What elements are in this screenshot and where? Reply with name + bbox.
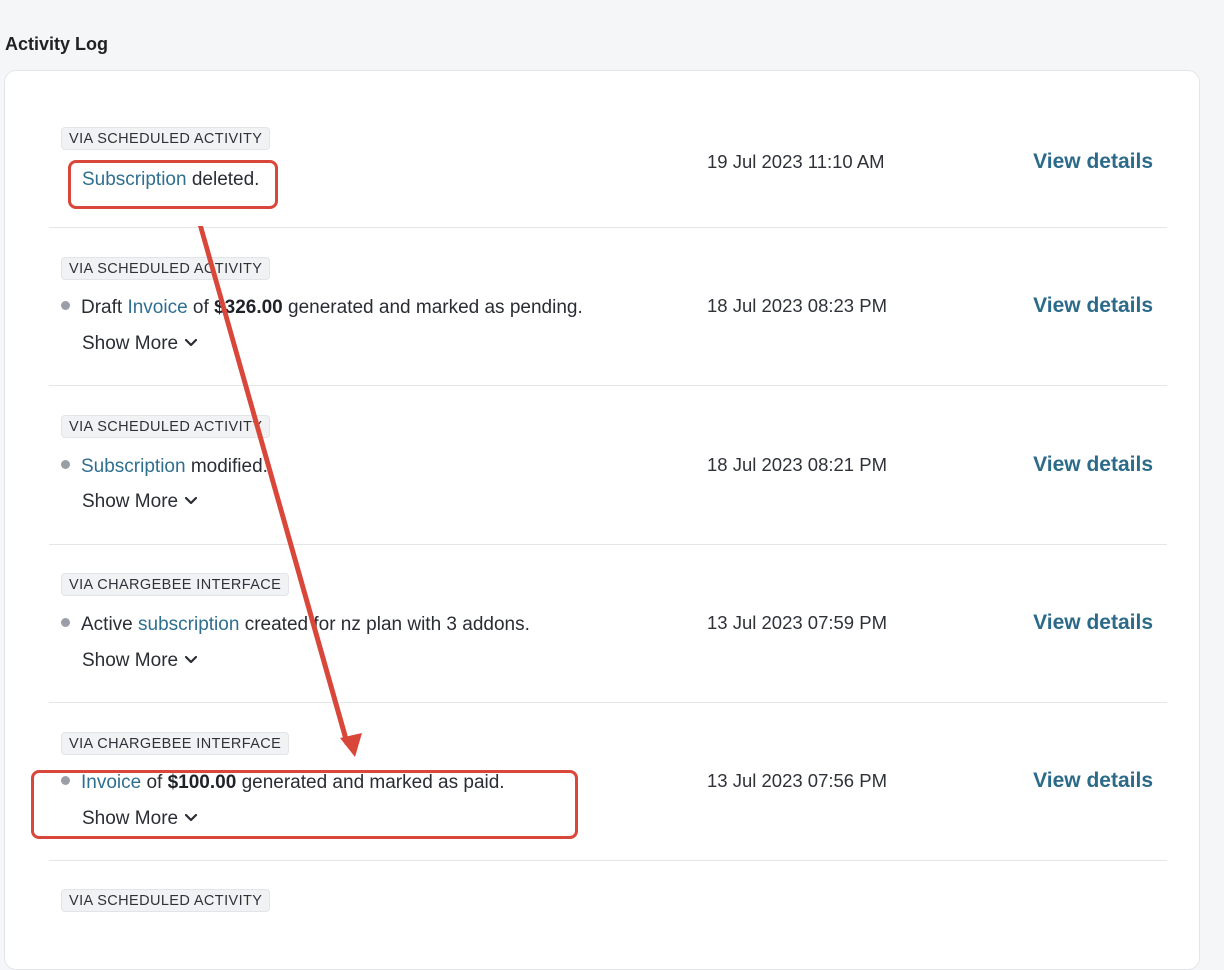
description-text: of: [141, 772, 168, 793]
show-more-label: Show More: [82, 491, 179, 512]
chevron-down-icon: [185, 813, 198, 822]
show-more-label: Show More: [82, 333, 179, 354]
activity-description: Active subscription created for nz plan …: [61, 614, 530, 636]
source-badge: VIA SCHEDULED ACTIVITY: [61, 415, 271, 438]
view-details-link[interactable]: View details: [1033, 453, 1153, 477]
subscription-link[interactable]: Subscription: [82, 169, 187, 190]
description-text: created for nz plan with 3 addons.: [239, 614, 530, 635]
activity-description: Subscription deleted.: [82, 169, 259, 191]
activity-row: VIA SCHEDULED ACTIVITY Draft Invoice of …: [49, 227, 1167, 386]
activity-timestamp: 13 Jul 2023 07:56 PM: [707, 770, 887, 791]
activity-log-card: VIA SCHEDULED ACTIVITY Subscription dele…: [4, 70, 1200, 970]
bullet-icon: [61, 460, 70, 470]
activity-timestamp: 18 Jul 2023 08:23 PM: [707, 295, 887, 316]
view-details-link[interactable]: View details: [1033, 769, 1153, 793]
activity-timestamp: 19 Jul 2023 11:10 AM: [707, 151, 885, 172]
activity-row: VIA SCHEDULED ACTIVITY Subscription modi…: [49, 385, 1167, 545]
activity-timestamp: 18 Jul 2023 08:21 PM: [707, 454, 887, 475]
subscription-link[interactable]: Subscription: [81, 456, 186, 477]
activity-description: Draft Invoice of $326.00 generated and m…: [61, 297, 583, 319]
view-details-link[interactable]: View details: [1033, 294, 1153, 318]
activity-description: Subscription modified.: [61, 456, 268, 478]
activity-row: VIA CHARGEBEE INTERFACE Active subscript…: [49, 544, 1167, 703]
show-more-toggle[interactable]: Show More: [82, 650, 198, 672]
activity-description: Invoice of $100.00 generated and marked …: [61, 772, 505, 794]
show-more-label: Show More: [82, 650, 179, 671]
description-text: of: [187, 297, 215, 318]
source-badge: VIA SCHEDULED ACTIVITY: [61, 257, 271, 280]
description-text: Draft: [81, 297, 128, 318]
subscription-link[interactable]: subscription: [138, 614, 239, 635]
source-badge: VIA CHARGEBEE INTERFACE: [61, 573, 290, 596]
bullet-icon: [61, 776, 70, 786]
show-more-toggle[interactable]: Show More: [82, 808, 198, 830]
view-details-link[interactable]: View details: [1033, 150, 1153, 174]
chevron-down-icon: [185, 496, 198, 505]
view-details-link[interactable]: View details: [1033, 611, 1153, 635]
show-more-label: Show More: [82, 808, 179, 829]
invoice-link[interactable]: Invoice: [81, 772, 141, 793]
source-badge: VIA SCHEDULED ACTIVITY: [61, 889, 271, 912]
amount-text: $326.00: [214, 297, 283, 318]
description-text: Active: [81, 614, 139, 635]
amount-text: $100.00: [167, 772, 237, 793]
show-more-toggle[interactable]: Show More: [82, 491, 198, 513]
activity-row: VIA SCHEDULED ACTIVITY Subscription dele…: [49, 71, 1167, 228]
source-badge: VIA CHARGEBEE INTERFACE: [61, 732, 290, 755]
description-text: generated and marked as paid.: [236, 772, 505, 793]
show-more-toggle[interactable]: Show More: [82, 333, 198, 355]
page-title: Activity Log: [5, 34, 109, 54]
description-text: generated and marked as pending.: [282, 297, 583, 318]
invoice-link[interactable]: Invoice: [127, 297, 187, 318]
source-badge: VIA SCHEDULED ACTIVITY: [61, 127, 271, 150]
bullet-icon: [61, 301, 70, 311]
description-text: modified.: [185, 456, 268, 477]
description-text: deleted.: [186, 169, 260, 190]
chevron-down-icon: [185, 338, 198, 347]
chevron-down-icon: [185, 655, 198, 664]
activity-timestamp: 13 Jul 2023 07:59 PM: [707, 612, 887, 633]
bullet-icon: [61, 618, 70, 628]
activity-row: VIA SCHEDULED ACTIVITY: [49, 860, 1167, 920]
activity-row: VIA CHARGEBEE INTERFACE Invoice of $100.…: [49, 702, 1167, 861]
